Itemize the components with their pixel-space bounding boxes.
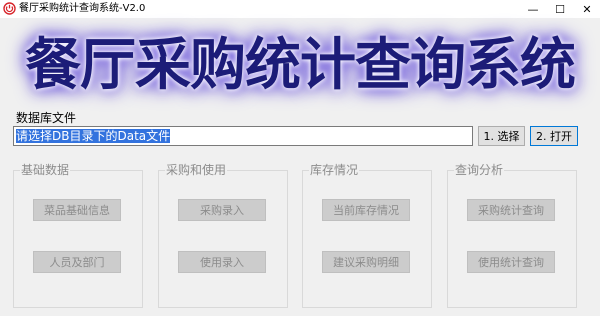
group-title: 采购和使用 [165, 163, 228, 177]
minimize-button[interactable]: — [522, 0, 544, 18]
staff-department-button[interactable]: 人员及部门 [33, 251, 121, 273]
power-icon [3, 2, 16, 15]
purchase-stats-button[interactable]: 采购统计查询 [467, 199, 555, 221]
database-file-label: 数据库文件 [16, 111, 77, 125]
open-button[interactable]: 2. 打开 [530, 126, 578, 146]
group-basic-data: 基础数据 菜品基础信息 人员及部门 [13, 163, 143, 308]
group-title: 库存情况 [309, 163, 360, 177]
window-title: 餐厅采购统计查询系统-V2.0 [19, 3, 146, 14]
group-purchase-usage: 采购和使用 采购录入 使用录入 [158, 163, 288, 308]
group-title: 查询分析 [454, 163, 505, 177]
purchase-entry-button[interactable]: 采购录入 [178, 199, 266, 221]
usage-stats-button[interactable]: 使用统计查询 [467, 251, 555, 273]
group-inventory: 库存情况 当前库存情况 建议采购明细 [302, 163, 432, 308]
select-button[interactable]: 1. 选择 [478, 126, 525, 146]
database-path-input[interactable]: 请选择DB目录下的Data文件 [13, 126, 473, 146]
database-path-value: 请选择DB目录下的Data文件 [16, 129, 171, 143]
group-query-analysis: 查询分析 采购统计查询 使用统计查询 [447, 163, 577, 308]
usage-entry-button[interactable]: 使用录入 [178, 251, 266, 273]
current-inventory-button[interactable]: 当前库存情况 [322, 199, 410, 221]
maximize-button[interactable]: ☐ [549, 0, 571, 18]
app-banner: 餐厅采购统计查询系统 [0, 30, 600, 100]
banner-title: 餐厅采购统计查询系统 [25, 32, 576, 98]
title-bar[interactable]: 餐厅采购统计查询系统-V2.0 — ☐ ✕ [0, 0, 600, 18]
group-title: 基础数据 [20, 163, 71, 177]
dish-info-button[interactable]: 菜品基础信息 [33, 199, 121, 221]
suggested-purchase-button[interactable]: 建议采购明细 [322, 251, 410, 273]
close-button[interactable]: ✕ [576, 0, 598, 18]
